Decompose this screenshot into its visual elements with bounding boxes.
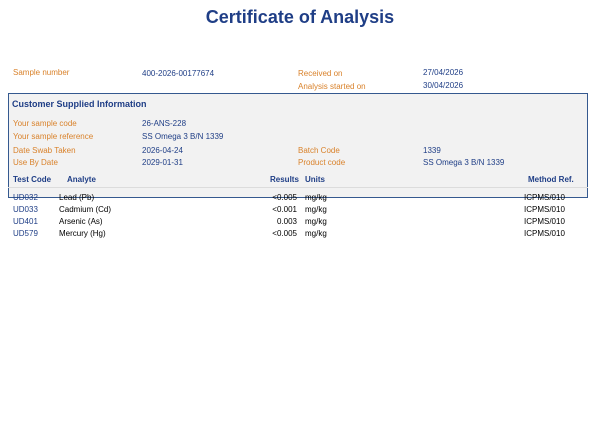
product-code-label: Product code xyxy=(298,158,346,167)
table-row-units: mg/kg xyxy=(305,217,327,226)
table-row-analyte: Arsenic (As) xyxy=(59,217,103,226)
table-row-method: ICPMS/010 xyxy=(524,229,565,238)
use-by-value: 2029-01-31 xyxy=(142,158,183,167)
product-code-value: SS Omega 3 B/N 1339 xyxy=(423,158,505,167)
table-row-method: ICPMS/010 xyxy=(524,193,565,202)
analysis-started-value: 30/04/2026 xyxy=(423,81,464,90)
table-row-result: <0.005 xyxy=(272,193,297,202)
received-on-label: Received on xyxy=(298,69,343,78)
table-row-result: 0.003 xyxy=(276,217,297,226)
table-row-method: ICPMS/010 xyxy=(524,217,565,226)
table-row-method: ICPMS/010 xyxy=(524,205,565,214)
table-row-test-code: UD401 xyxy=(13,217,38,226)
table-row-test-code: UD579 xyxy=(13,229,38,238)
date-swab-value: 2026-04-24 xyxy=(142,146,183,155)
sample-number-label: Sample number xyxy=(13,68,70,77)
analysis-started-label: Analysis started on xyxy=(298,82,366,91)
test-code-header: Test Code xyxy=(13,175,52,184)
table-row-units: mg/kg xyxy=(305,205,327,214)
sample-code-value: 26-ANS-228 xyxy=(142,119,187,128)
sample-number-value: 400-2026-00177674 xyxy=(142,69,215,78)
sample-reference-value: SS Omega 3 B/N 1339 xyxy=(142,132,224,141)
use-by-label: Use By Date xyxy=(13,158,58,167)
sample-reference-label: Your sample reference xyxy=(13,132,94,141)
table-row-result: <0.001 xyxy=(272,205,297,214)
table-row-test-code: UD032 xyxy=(13,193,38,202)
table-row-result: <0.005 xyxy=(272,229,297,238)
table-row-units: mg/kg xyxy=(305,229,327,238)
results-header: Results xyxy=(270,175,299,184)
units-header: Units xyxy=(305,175,325,184)
customer-info-heading: Customer Supplied Information xyxy=(12,99,147,109)
page-title: Certificate of Analysis xyxy=(205,7,395,27)
table-row-test-code: UD033 xyxy=(13,205,38,214)
table-header-divider xyxy=(8,187,588,188)
method-ref-header: Method Ref. xyxy=(528,175,574,184)
sample-code-label: Your sample code xyxy=(13,119,77,128)
received-on-value: 27/04/2026 xyxy=(423,68,464,77)
table-row-units: mg/kg xyxy=(305,193,327,202)
date-swab-label: Date Swab Taken xyxy=(13,146,76,155)
analyte-header: Analyte xyxy=(67,175,96,184)
table-row-analyte: Mercury (Hg) xyxy=(59,229,106,238)
batch-code-label: Batch Code xyxy=(298,146,340,155)
table-row-analyte: Cadmium (Cd) xyxy=(59,205,112,214)
batch-code-value: 1339 xyxy=(423,146,441,155)
table-row-analyte: Lead (Pb) xyxy=(59,193,95,202)
